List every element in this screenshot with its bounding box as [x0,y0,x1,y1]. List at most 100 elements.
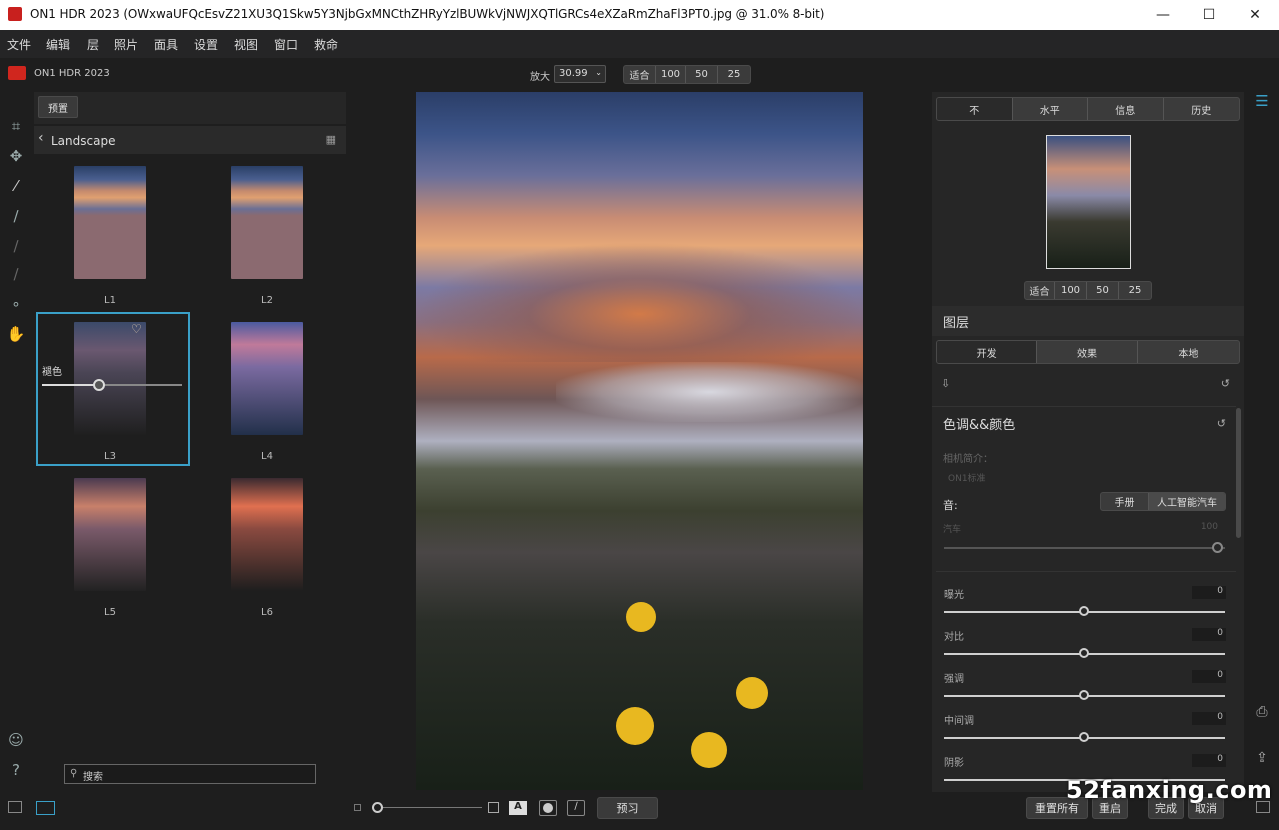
gradient-icon[interactable]: ∘ [6,294,26,314]
view-hand-icon[interactable]: ✋ [6,324,26,344]
share-icon[interactable]: ⇪ [1252,750,1272,770]
preview-button[interactable]: 预习 [597,797,658,819]
nav-zoom-100-button[interactable]: 100 [1055,282,1087,299]
menu-photo[interactable]: 照片 [114,36,138,53]
presets-button[interactable]: 预置 [38,96,78,118]
zoom-fit-button[interactable]: 适合 [624,66,656,83]
slider-knob[interactable] [1079,690,1089,700]
menu-view[interactable]: 视图 [234,36,258,53]
thumb-size-large-icon[interactable] [488,802,499,813]
menu-file[interactable]: 文件 [7,36,31,53]
crop-icon[interactable]: ⌗ [6,116,26,136]
tab-history[interactable]: 历史 [1164,98,1240,120]
zoom-25-button[interactable]: 25 [718,66,750,83]
panel-scrollbar[interactable] [1236,408,1241,538]
reset-icon[interactable]: ↺ [1221,377,1230,390]
slider-value[interactable]: 0 [1192,754,1226,767]
slider-value[interactable]: 0 [1192,712,1226,725]
slider-knob[interactable] [1079,732,1089,742]
zoom-100-button[interactable]: 100 [656,66,686,83]
thumb-size-slider[interactable] [372,807,482,808]
auto-slider-track[interactable] [944,547,1225,549]
print-icon[interactable]: ⎙ [1252,704,1272,724]
nav-zoom-25-button[interactable]: 25 [1119,282,1151,299]
fade-label: 褪色 [42,367,62,378]
preset-label: L6 [261,607,273,618]
user-icon[interactable]: ☺ [6,730,26,750]
zoom-50-button[interactable]: 50 [686,66,718,83]
maximize-button[interactable]: ☐ [1186,0,1232,30]
chevron-down-icon: ⌄ [595,68,602,77]
mask-brush-icon[interactable]: ∕ [567,800,585,816]
category-bar[interactable]: ‹ Landscape ▦ [34,126,346,154]
slider-label: 对比 [944,632,964,643]
tone-label: 音: [943,499,958,512]
toggle-browser-icon[interactable] [36,801,55,815]
navigator-thumbnail[interactable] [1046,135,1131,269]
slider-knob[interactable] [1079,648,1089,658]
thumb-size-small-icon[interactable] [354,804,361,811]
section-reset-icon[interactable]: ↺ [1217,417,1226,430]
thumb-size-knob[interactable] [372,802,383,813]
brush-icon[interactable]: ∕ [6,206,26,226]
menu-bar: 文件 编辑 层 照片 面具 设置 视图 窗口 救命 [0,30,1279,58]
preset-thumb-l5[interactable] [74,478,146,591]
section-title[interactable]: 色调&&颜色 [943,414,1015,433]
menu-window[interactable]: 窗口 [274,36,298,53]
magic-wand-icon[interactable]: ⁄ [6,176,26,196]
slider-value[interactable]: 0 [1192,670,1226,683]
help-icon[interactable]: ? [6,760,26,780]
zoom-value-select[interactable]: 30.99 ⌄ [554,65,606,83]
zoom-label: 放大 [530,72,550,83]
divider [932,406,1236,407]
heart-icon[interactable]: ♡ [131,322,142,336]
tab-effects[interactable]: 效果 [1037,341,1138,363]
minimize-button[interactable]: — [1140,0,1186,30]
tab-level[interactable]: 水平 [1013,98,1088,120]
preset-label: L3 [104,451,116,462]
title-bar: ON1 HDR 2023 (OWxwaUFQcEsvZ21XU3Q1Skw5Y3… [0,0,1279,30]
nav-zoom-fit-button[interactable]: 适合 [1025,282,1055,299]
tab-info[interactable]: 信息 [1088,98,1164,120]
move-icon[interactable]: ✥ [6,146,26,166]
fade-slider-fill [42,384,98,386]
tab-none[interactable]: 不 [937,98,1013,120]
fade-slider-knob[interactable] [93,379,105,391]
tone-manual-button[interactable]: 手册 [1101,493,1149,510]
grid-view-icon[interactable]: ▦ [326,133,336,146]
menu-mask[interactable]: 面具 [154,36,178,53]
tone-ai-auto-button[interactable]: 人工智能汽车 [1149,493,1225,510]
retouch-brush-icon[interactable]: ∕ [6,236,26,256]
chevron-left-icon[interactable]: ‹ [38,130,44,146]
menu-layer[interactable]: 层 [87,36,99,53]
menu-edit[interactable]: 编辑 [46,36,70,53]
tab-local[interactable]: 本地 [1138,341,1239,363]
nav-zoom-50-button[interactable]: 50 [1087,282,1119,299]
slider-value[interactable]: 0 [1192,586,1226,599]
preset-thumb-l4[interactable] [231,322,303,435]
menu-help[interactable]: 救命 [314,36,338,53]
adjust-sliders-icon[interactable]: ☰ [1252,92,1272,112]
slider-label: 中间调 [944,716,974,727]
slider-knob[interactable] [1079,606,1089,616]
preset-thumb-l6[interactable] [231,478,303,591]
tab-develop[interactable]: 开发 [937,341,1038,363]
main-photo[interactable] [416,92,863,790]
auto-slider-knob[interactable] [1212,542,1223,553]
flower [626,602,656,632]
search-field[interactable]: ⚲ 搜索 [64,764,316,784]
preset-thumb-l1[interactable] [74,166,146,279]
close-button[interactable]: ✕ [1232,0,1278,30]
camera-profile-value: ON1标准 [948,474,986,484]
clone-icon[interactable]: ∕ [6,264,26,284]
slider-value[interactable]: 0 [1192,628,1226,641]
mask-circle-icon[interactable] [539,800,557,816]
layers-header[interactable]: 图层 [932,306,1244,336]
save-preset-icon[interactable]: ⇩ [941,377,950,390]
mask-text-icon[interactable]: A [509,801,527,815]
preset-thumb-l3[interactable] [74,322,146,435]
toggle-left-panel-icon[interactable] [8,801,22,813]
preset-thumb-l2[interactable] [231,166,303,279]
slider-label: 阴影 [944,758,964,769]
menu-settings[interactable]: 设置 [194,36,218,53]
